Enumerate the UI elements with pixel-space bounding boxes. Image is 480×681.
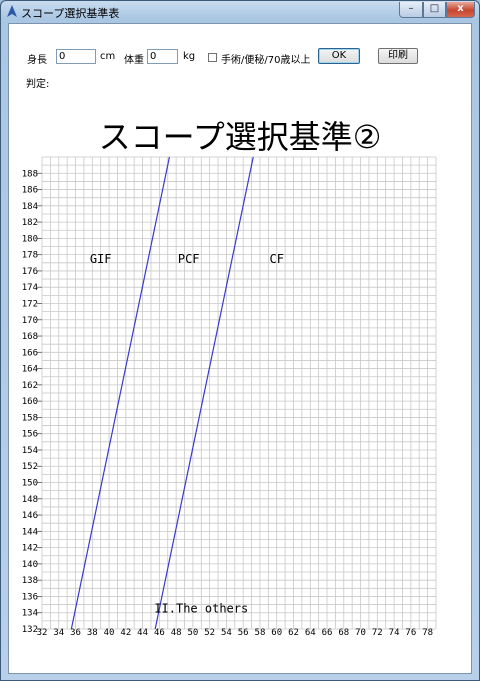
y-tick-label: 148 [22,495,38,505]
y-tick-label: 138 [22,576,38,586]
x-tick-label: 42 [120,628,131,638]
x-tick-label: 46 [154,628,165,638]
y-tick-label: 168 [22,332,38,342]
x-tick-label: 32 [37,628,48,638]
y-tick-label: 164 [22,365,38,375]
y-tick-label: 156 [22,430,38,440]
y-tick-label: 150 [22,479,38,489]
y-tick-label: 178 [22,251,38,261]
x-tick-label: 58 [255,628,266,638]
x-tick-label: 54 [221,628,232,638]
y-tick-label: 182 [22,218,38,228]
y-tick-label: 166 [22,348,38,358]
x-tick-label: 60 [271,628,282,638]
y-tick-label: 160 [22,397,38,407]
x-tick-label: 78 [422,628,433,638]
x-tick-label: 76 [405,628,416,638]
x-tick-label: 38 [87,628,98,638]
selection-chart: 132 134 136 138 140 142 144 146 148 150 152 154 156 1… [22,156,437,638]
y-tick-label: 184 [22,202,38,212]
y-tick-label: 152 [22,462,38,472]
x-tick-label: 52 [204,628,215,638]
y-tick-label: 162 [22,381,38,391]
client-area: 身長 cm 体重 kg 手術/便秘/70歳以上 OK 印刷 判定: スコープ選択… [8,23,472,674]
y-tick-label: 132 [22,625,38,635]
x-tick-label: 40 [104,628,115,638]
y-tick-label: 144 [22,527,38,537]
minimize-button[interactable]: – [399,2,423,18]
x-tick-label: 48 [171,628,182,638]
title-bar[interactable]: スコープ選択基準表 – □ x [1,1,479,23]
y-tick-label: 158 [22,413,38,423]
x-tick-label: 56 [238,628,249,638]
x-tick-label: 68 [338,628,349,638]
y-tick-label: 188 [22,169,38,179]
x-tick-label: 36 [70,628,81,638]
x-tick-label: 64 [305,628,316,638]
x-tick-label: 74 [389,628,400,638]
region-label: CF [269,252,283,266]
region-label: II.The others [154,602,248,616]
y-tick-label: 142 [22,544,38,554]
x-tick-label: 66 [322,628,333,638]
y-tick-label: 172 [22,299,38,309]
y-tick-label: 174 [22,283,38,293]
x-tick-label: 62 [288,628,299,638]
x-tick-label: 72 [372,628,383,638]
y-tick-label: 170 [22,316,38,326]
y-tick-label: 140 [22,560,38,570]
maximize-button[interactable]: □ [423,2,446,18]
app-icon [7,5,17,17]
y-tick-label: 176 [22,267,38,277]
x-tick-label: 44 [137,628,148,638]
region-label: GIF [90,252,112,266]
window-title: スコープ選択基準表 [21,7,120,20]
y-tick-label: 136 [22,592,38,602]
x-tick-label: 70 [355,628,366,638]
y-tick-label: 154 [22,446,38,456]
y-tick-label: 146 [22,511,38,521]
app-window: スコープ選択基準表 – □ x 身長 cm 体重 kg 手術/便秘/70歳以上 … [0,0,480,681]
y-tick-label: 186 [22,186,38,196]
region-label: PCF [178,252,200,266]
x-tick-label: 50 [187,628,198,638]
y-tick-label: 134 [22,609,38,619]
x-tick-label: 34 [53,628,64,638]
y-tick-label: 180 [22,234,38,244]
close-button[interactable]: x [446,2,475,18]
